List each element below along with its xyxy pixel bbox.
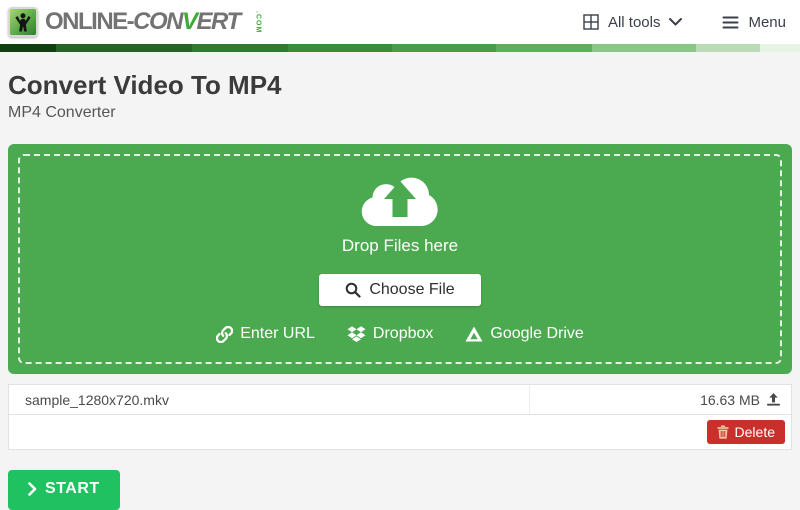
- menu-label: Menu: [748, 14, 786, 31]
- logo-icon: [8, 7, 38, 37]
- upload-icon: [766, 392, 781, 407]
- person-raised-arms-icon: [12, 10, 34, 34]
- file-size-cell: 16.63 MB: [529, 385, 791, 414]
- dropzone-links: Enter URL Dropbox: [216, 325, 584, 343]
- drop-files-text: Drop Files here: [342, 236, 458, 256]
- enter-url-label: Enter URL: [240, 325, 315, 343]
- start-label: START: [45, 480, 100, 498]
- page-title: Convert Video To MP4: [8, 70, 792, 101]
- choose-file-button[interactable]: Choose File: [319, 274, 480, 306]
- file-actions-row: Delete: [9, 415, 791, 449]
- file-name: sample_1280x720.mkv: [9, 392, 529, 408]
- delete-button[interactable]: Delete: [707, 420, 785, 444]
- grid-icon: [583, 14, 599, 30]
- dropbox-link[interactable]: Dropbox: [347, 325, 433, 343]
- dropzone[interactable]: Drop Files here Choose File Enter URL: [8, 144, 792, 374]
- logo-text-online: ONLINE: [45, 8, 127, 35]
- logo-text-con: CON: [133, 8, 182, 35]
- start-button[interactable]: START: [8, 470, 120, 510]
- dropbox-icon: [347, 325, 366, 343]
- google-drive-icon: [465, 326, 483, 343]
- cloud-upload-icon: [352, 164, 448, 230]
- brand-gradient-bar: [0, 44, 800, 52]
- logo-text-v: V: [182, 8, 197, 35]
- header-nav: All tools Menu: [583, 14, 786, 31]
- google-drive-link[interactable]: Google Drive: [465, 325, 583, 343]
- logo-wordmark: ONLINE-CONVERT.COM: [45, 5, 275, 39]
- all-tools-label: All tools: [608, 14, 661, 31]
- dropbox-label: Dropbox: [373, 325, 433, 343]
- logo-text-com: .COM: [241, 11, 275, 31]
- hamburger-icon: [722, 16, 739, 29]
- trash-icon: [717, 425, 729, 439]
- logo[interactable]: ONLINE-CONVERT.COM: [8, 5, 275, 39]
- delete-label: Delete: [735, 424, 775, 440]
- search-icon: [345, 282, 361, 298]
- link-icon: [216, 326, 233, 343]
- file-size: 16.63 MB: [700, 392, 760, 408]
- logo-text-ert: ERT: [197, 8, 240, 35]
- chevron-down-icon: [669, 18, 682, 26]
- chevron-right-icon: [28, 482, 37, 496]
- google-drive-label: Google Drive: [490, 325, 583, 343]
- enter-url-link[interactable]: Enter URL: [216, 325, 315, 343]
- header: ONLINE-CONVERT.COM All tools: [0, 0, 800, 44]
- all-tools-button[interactable]: All tools: [583, 14, 683, 31]
- file-list: sample_1280x720.mkv 16.63 MB: [8, 384, 792, 450]
- file-row: sample_1280x720.mkv 16.63 MB: [9, 385, 791, 415]
- page-subtitle: MP4 Converter: [8, 104, 792, 122]
- choose-file-label: Choose File: [369, 281, 454, 299]
- main-content: Convert Video To MP4 MP4 Converter Drop …: [0, 70, 800, 510]
- menu-button[interactable]: Menu: [722, 14, 786, 31]
